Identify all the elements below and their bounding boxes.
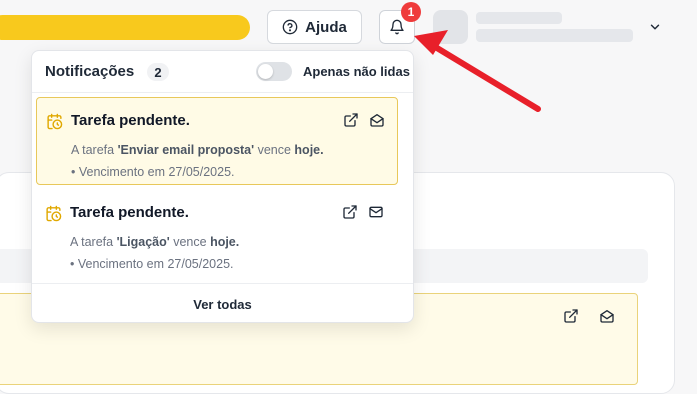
envelope-open-icon[interactable]: [369, 112, 385, 128]
user-name-redacted: [476, 12, 562, 24]
help-circle-icon: [282, 19, 298, 35]
chevron-down-icon[interactable]: [648, 20, 662, 34]
unread-only-label: Apenas não lidas: [303, 64, 410, 79]
dropdown-title: Notificações: [45, 63, 135, 80]
notification-due-date: • Vencimento em 27/05/2025.: [70, 257, 234, 271]
bell-icon: [390, 19, 404, 35]
toggle-knob: [258, 64, 273, 79]
notification-due-date: • Vencimento em 27/05/2025.: [71, 165, 235, 179]
notifications-dropdown: Notificações 2 Apenas não lidas Tarefa p…: [31, 50, 414, 323]
notification-item[interactable]: Tarefa pendente. A tarefa 'Enviar email …: [36, 97, 398, 185]
calendar-clock-icon: [46, 205, 62, 222]
search-bar[interactable]: [0, 15, 250, 40]
help-label: Ajuda: [305, 18, 347, 36]
user-email-redacted: [476, 29, 633, 42]
external-link-icon[interactable]: [563, 308, 579, 324]
avatar[interactable]: [433, 10, 468, 44]
external-link-icon[interactable]: [342, 204, 358, 220]
notification-message: A tarefa 'Ligação' vence hoje.: [70, 235, 240, 249]
notification-message: A tarefa 'Enviar email proposta' vence h…: [71, 143, 324, 157]
help-button[interactable]: Ajuda: [267, 10, 362, 44]
dropdown-header: Notificações 2 Apenas não lidas: [32, 51, 413, 93]
envelope-icon[interactable]: [368, 204, 384, 220]
notification-count: 2: [147, 63, 169, 81]
external-link-icon[interactable]: [343, 112, 359, 128]
view-all-link[interactable]: Ver todas: [32, 283, 413, 322]
envelope-open-icon[interactable]: [599, 308, 615, 324]
notification-title: Tarefa pendente.: [71, 112, 190, 129]
unread-only-toggle[interactable]: [256, 62, 292, 81]
notification-item[interactable]: Tarefa pendente. A tarefa 'Ligação' venc…: [36, 190, 398, 278]
notification-count-badge: 1: [401, 2, 421, 22]
notification-title: Tarefa pendente.: [70, 204, 189, 221]
calendar-clock-icon: [47, 113, 63, 130]
